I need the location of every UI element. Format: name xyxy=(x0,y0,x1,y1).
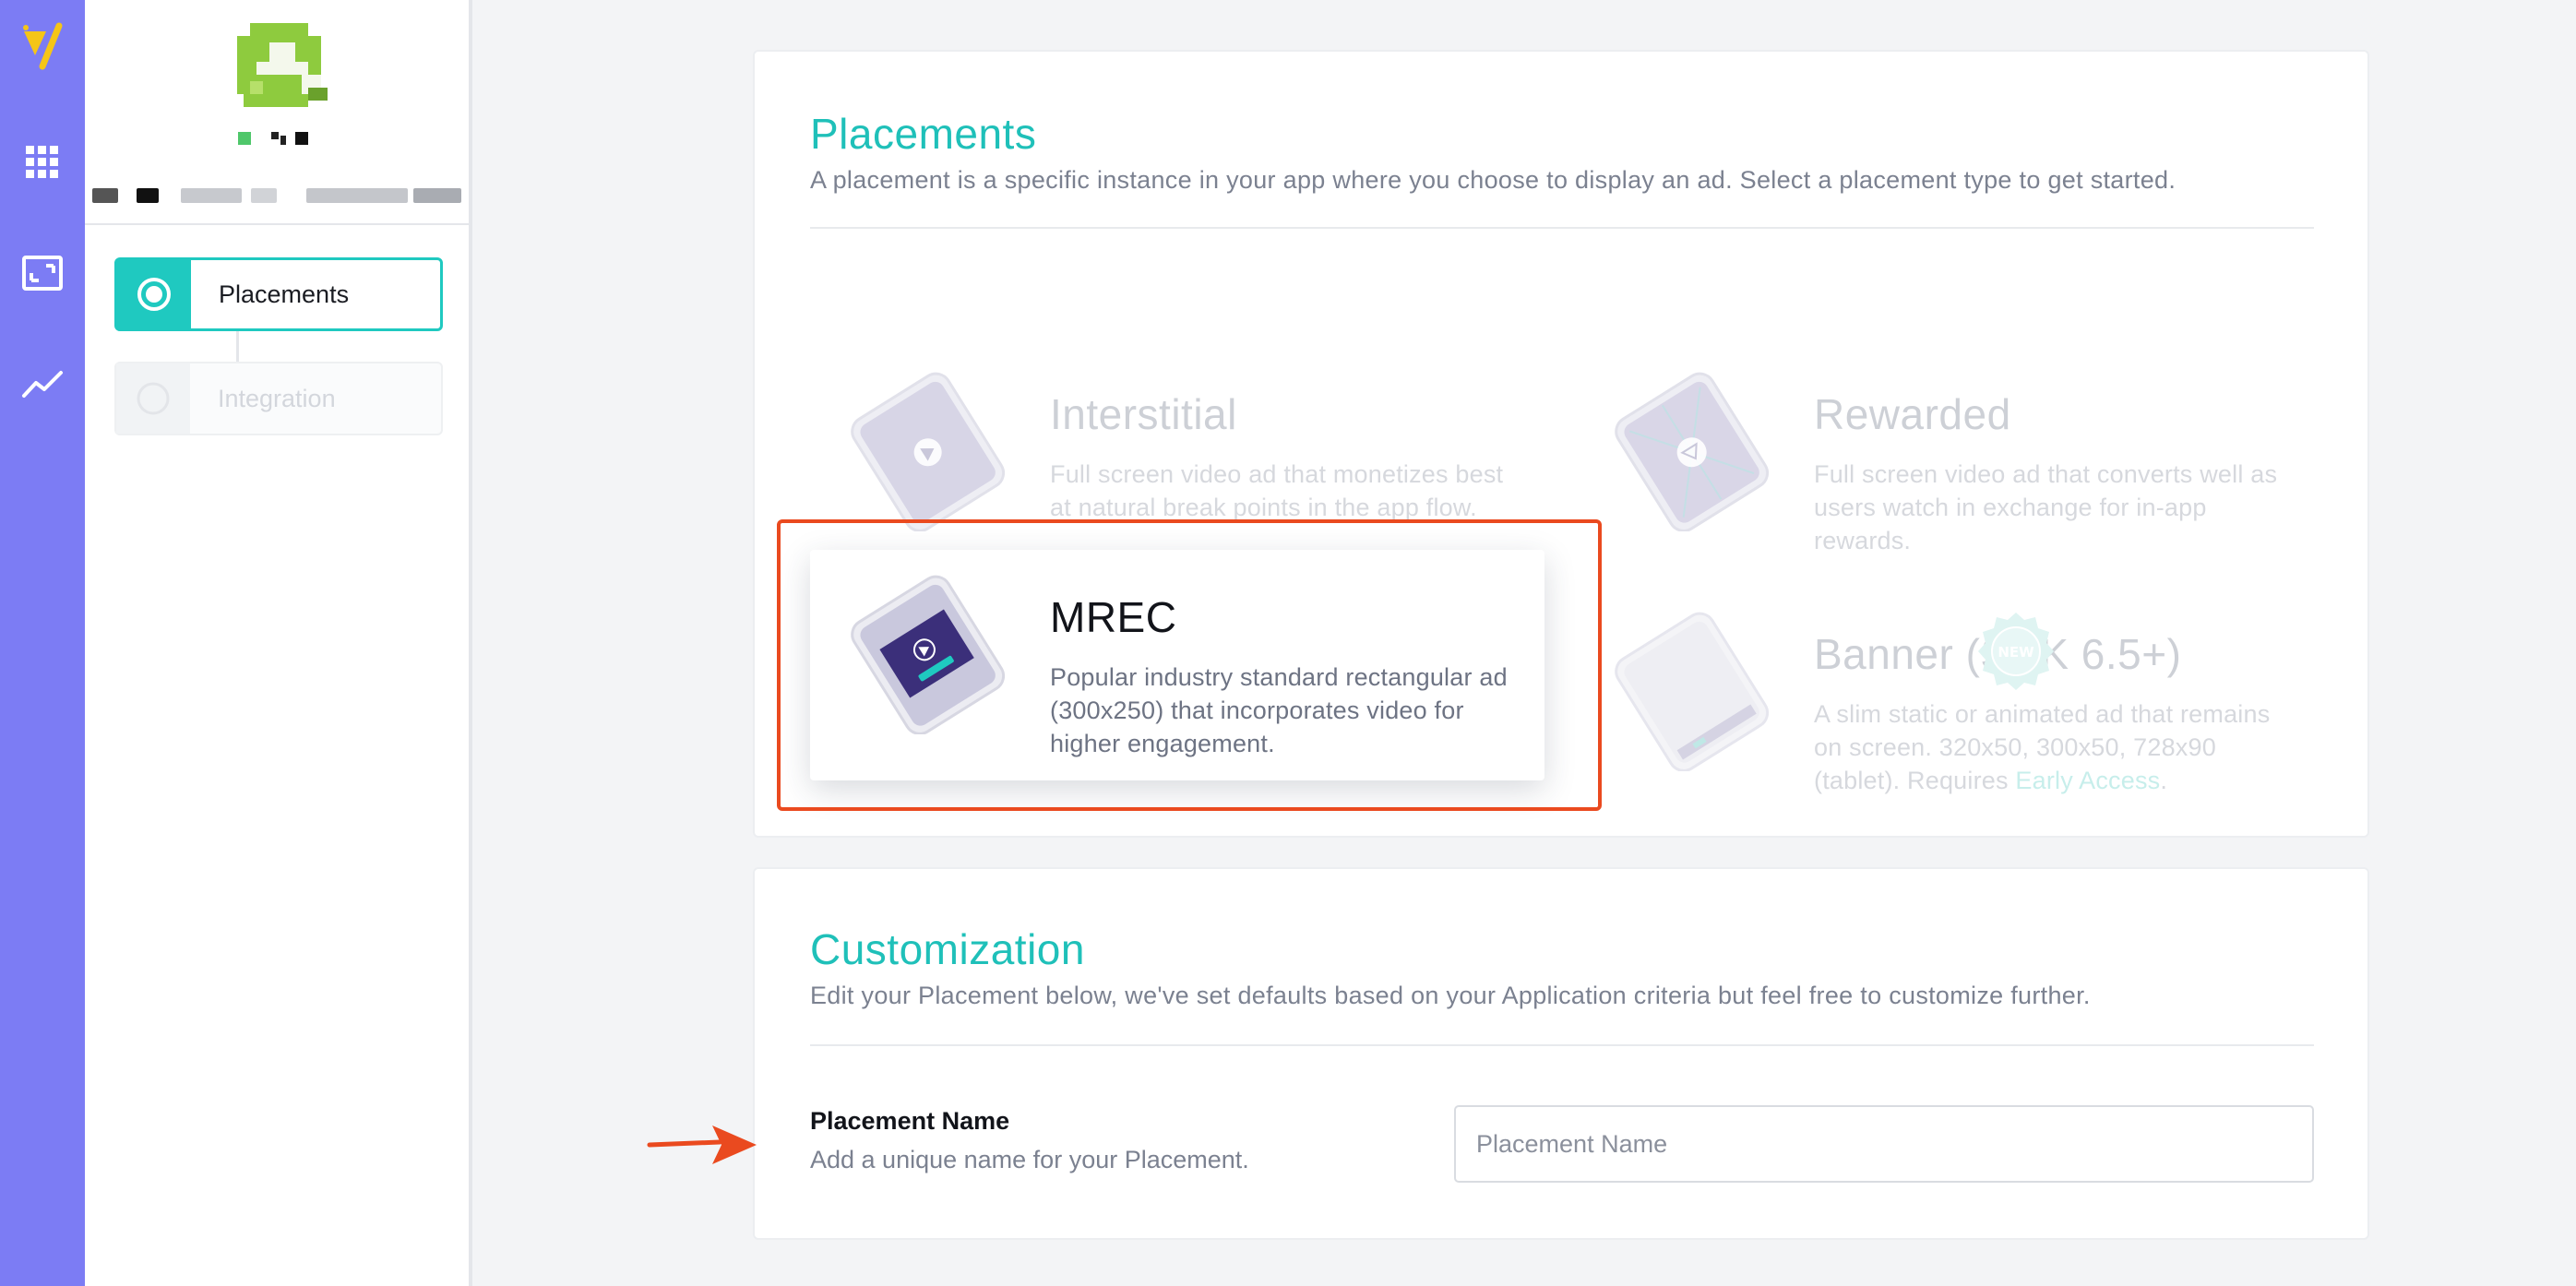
step-integration[interactable]: Integration xyxy=(114,362,443,435)
new-badge-text: NEW xyxy=(1998,644,2034,661)
phone-banner-illustration xyxy=(1615,612,1770,771)
placement-description: A slim static or animated ad that remain… xyxy=(1814,697,2294,797)
placement-description: Full screen video ad that converts well … xyxy=(1814,460,2278,554)
radio-empty-icon xyxy=(116,363,190,434)
placement-type-banner[interactable]: Banner (SDK 6.5+) A slim static or anima… xyxy=(1574,605,2340,836)
step-placements[interactable]: Placements xyxy=(114,257,443,331)
divider xyxy=(810,227,2314,229)
vungle-logo-icon[interactable] xyxy=(0,9,85,83)
grid-icon[interactable] xyxy=(0,125,85,199)
app-sidebar: Placements Integration xyxy=(85,0,472,1286)
trend-line-icon[interactable] xyxy=(0,347,85,421)
placements-description: A placement is a specific instance in yo… xyxy=(810,166,2176,194)
phone-play-illustration xyxy=(851,372,1006,531)
placement-type-rewarded[interactable]: Rewarded Full screen video ad that conve… xyxy=(1574,347,2340,578)
left-nav-rail xyxy=(0,0,85,1286)
frame-icon[interactable] xyxy=(0,236,85,310)
early-access-link[interactable]: Early Access xyxy=(2015,767,2160,794)
new-badge-icon: NEW xyxy=(1978,613,2054,690)
placements-title: Placements xyxy=(810,110,1037,158)
app-avatar xyxy=(237,23,328,107)
placement-title: Interstitial xyxy=(1050,390,1237,438)
customization-card: Customization Edit your Placement below,… xyxy=(753,867,2369,1240)
customization-description: Edit your Placement below, we've set def… xyxy=(810,982,2091,1009)
placement-title: Rewarded xyxy=(1814,390,2011,438)
divider xyxy=(810,1044,2314,1046)
step-label: Integration xyxy=(218,384,336,412)
annotation-highlight-box xyxy=(777,519,1602,811)
placement-name-help: Add a unique name for your Placement. xyxy=(810,1146,1249,1173)
app-platform-icons xyxy=(238,132,308,145)
phone-gem-illustration xyxy=(1615,372,1770,531)
app-info-row xyxy=(85,172,472,225)
step-connector xyxy=(236,328,239,363)
step-label: Placements xyxy=(219,280,350,308)
placement-name-label: Placement Name xyxy=(810,1107,1010,1135)
placement-name-input[interactable] xyxy=(1454,1105,2314,1183)
radio-selected-icon xyxy=(117,260,191,328)
annotation-arrow-icon xyxy=(647,1125,757,1164)
placement-description: Full screen video ad that monetizes best… xyxy=(1050,460,1504,521)
banner-description-suffix: . xyxy=(2160,767,2168,794)
customization-title: Customization xyxy=(810,925,1085,973)
